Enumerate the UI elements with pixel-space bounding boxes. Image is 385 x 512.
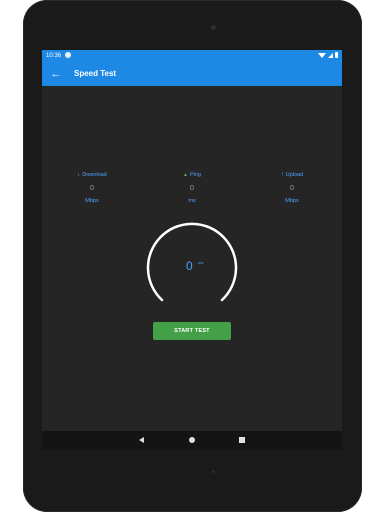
ping-metric: ▲ Ping 0 ms <box>152 172 232 204</box>
download-arrow-icon: ↓ <box>77 172 81 178</box>
app-bar: ← Speed Test <box>42 63 342 86</box>
ping-value: 0 <box>190 185 194 192</box>
notification-icon <box>65 52 71 58</box>
upload-label: ↑ Upload <box>280 172 304 178</box>
ping-unit: ms <box>188 198 196 204</box>
signal-icon <box>328 52 333 58</box>
nav-back-icon[interactable] <box>139 437 144 443</box>
nav-recents-icon[interactable] <box>239 437 245 443</box>
nav-home-icon[interactable] <box>189 437 195 443</box>
ping-label: ▲ Ping <box>183 172 201 178</box>
gauge-value: 0 <box>186 259 193 273</box>
start-test-button[interactable]: START TEST <box>153 322 231 340</box>
status-icons <box>318 52 338 58</box>
upload-metric: ↑ Upload 0 Mbps <box>252 172 332 204</box>
app-screen: 10:36 ← Speed Test ↓ Download 0 Mbps ▲ P… <box>42 50 342 450</box>
upload-value: 0 <box>290 185 294 192</box>
upload-unit: Mbps <box>285 198 299 204</box>
system-nav-bar <box>42 431 342 450</box>
ping-icon: ▲ <box>183 172 188 178</box>
status-bar: 10:36 <box>42 50 342 63</box>
download-label: ↓ Download <box>77 172 107 178</box>
status-time: 10:36 <box>46 53 62 59</box>
arrow-back-icon[interactable]: ← <box>48 66 64 82</box>
download-metric: ↓ Download 0 Mbps <box>52 172 132 204</box>
download-unit: Mbps <box>85 198 99 204</box>
front-camera <box>211 25 216 30</box>
gauge-unit: ms <box>198 260 204 265</box>
wifi-icon <box>318 52 326 58</box>
device-sensor <box>212 470 215 473</box>
upload-arrow-icon: ↑ <box>280 172 284 178</box>
battery-icon <box>335 52 338 58</box>
download-value: 0 <box>90 185 94 192</box>
page-title: Speed Test <box>74 69 117 78</box>
